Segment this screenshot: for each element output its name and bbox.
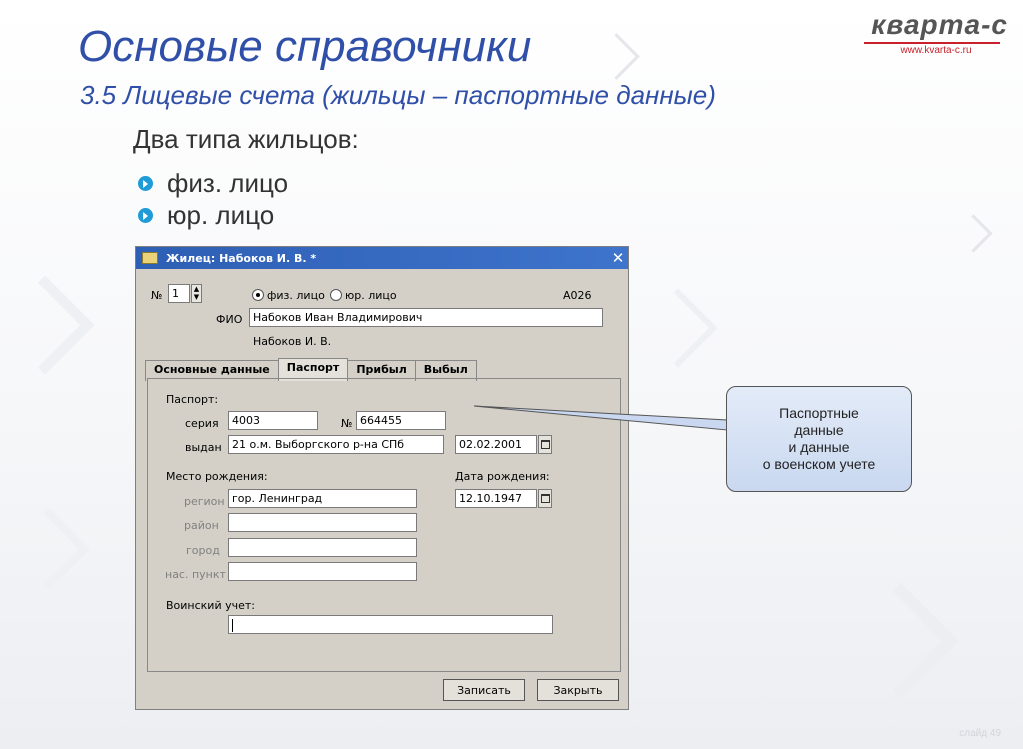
callout-line: данные bbox=[794, 422, 844, 438]
slide-number: слайд 49 bbox=[959, 728, 1001, 739]
callout-pointer bbox=[473, 405, 728, 431]
callout-line: о военском учете bbox=[762, 456, 876, 472]
callout-line: Паспортные bbox=[779, 405, 859, 421]
callout-box: Паспортные данные и данные о военском уч… bbox=[726, 386, 912, 492]
callout-line: и данные bbox=[788, 439, 850, 455]
